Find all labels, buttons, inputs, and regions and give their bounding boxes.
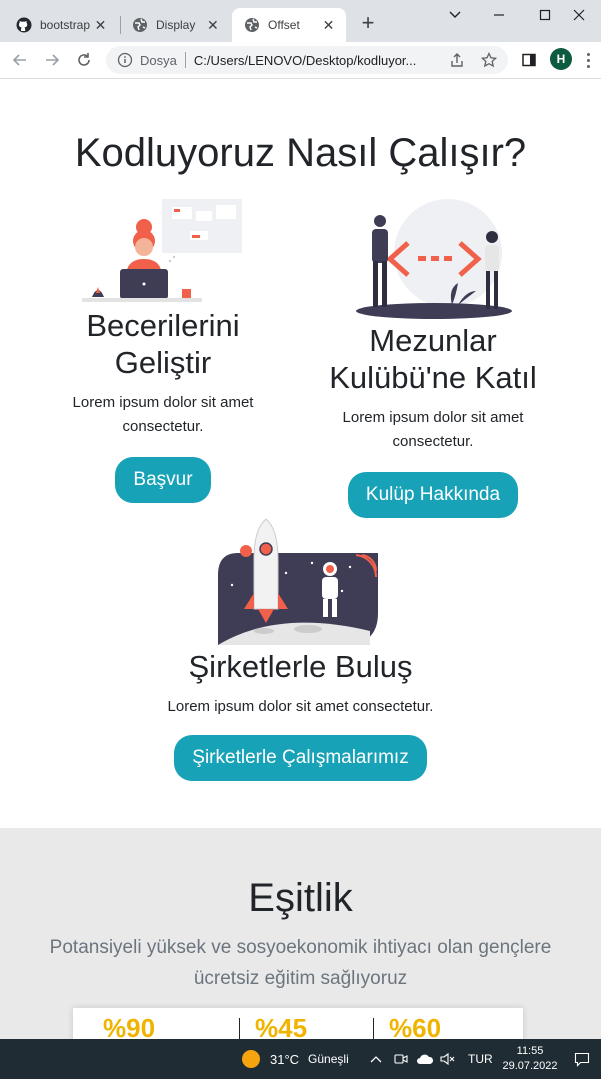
tab-strip: bootstrap ✕ Display ✕ Offset ✕ +: [0, 0, 601, 42]
github-icon: [16, 17, 32, 33]
page-title: Kodluyoruz Nasıl Çalışır?: [74, 131, 527, 175]
stats-card: %90 %45 %60: [73, 1008, 523, 1039]
close-icon[interactable]: ✕: [321, 17, 336, 34]
sun-icon: [242, 1050, 260, 1068]
equality-section: Eşitlik Potansiyeli yüksek ve sosyoekono…: [0, 828, 601, 1039]
notification-icon[interactable]: [574, 1039, 590, 1079]
taskbar: 31°C Güneşli TUR 11:55 29.07.2022: [0, 1039, 601, 1079]
clock-time: 11:55: [516, 1045, 544, 1057]
tab-title: Offset: [268, 18, 300, 32]
developer-illustration: [82, 199, 242, 302]
tab-title: Display: [156, 18, 196, 32]
browser-toolbar: Dosya C:/Users/LENOVO/Desktop/kodluyor..…: [0, 42, 601, 79]
globe-icon: [132, 17, 148, 33]
rocket-illustration: [218, 518, 378, 645]
stat-item: %90: [103, 1013, 156, 1039]
section-title: Eşitlik: [248, 876, 353, 920]
info-icon[interactable]: [116, 51, 134, 69]
alumni-illustration: [356, 199, 512, 319]
language-indicator[interactable]: TUR: [468, 1039, 493, 1079]
reload-icon[interactable]: [72, 48, 96, 72]
card-text: Lorem ipsum dolor sit amet consectetur.: [167, 698, 434, 715]
url-text: C:/Users/LENOVO/Desktop/kodluyor...: [193, 52, 417, 68]
card-text: Lorem ipsum dolor sit amet consectetur.: [342, 409, 524, 450]
club-info-button[interactable]: Kulüp Hakkında: [347, 472, 519, 518]
bookmark-star-icon[interactable]: [480, 51, 498, 69]
tab-search-icon[interactable]: [432, 2, 478, 28]
company-work-button[interactable]: Şirketlerle Çalışmalarımız: [174, 735, 427, 781]
tab-title: bootstrap: [40, 18, 91, 32]
clock[interactable]: 11:55 29.07.2022: [500, 1039, 560, 1079]
minimize-icon[interactable]: [476, 2, 522, 28]
window-close-icon[interactable]: [556, 2, 601, 28]
weather-label: Güneşli: [308, 1052, 349, 1066]
cloud-icon[interactable]: [416, 1039, 434, 1079]
weather-widget[interactable]: 31°C Güneşli: [242, 1039, 349, 1079]
card-skills: Becerilerini Geliştir Lorem ipsum dolor s…: [40, 307, 286, 503]
tab-display[interactable]: Display ✕: [120, 8, 230, 42]
url-scheme: Dosya: [140, 52, 177, 68]
forward-icon[interactable]: [40, 48, 64, 72]
temperature: 31°C: [270, 1051, 300, 1067]
menu-icon[interactable]: [580, 48, 596, 72]
page-viewport: Kodluyoruz Nasıl Çalışır? Becerilerini Ge…: [0, 79, 601, 1039]
close-icon[interactable]: ✕: [206, 17, 220, 34]
side-panel-icon[interactable]: [520, 51, 538, 69]
globe-icon: [244, 17, 260, 33]
stat-item: %45: [255, 1013, 308, 1039]
card-heading: Şirketlerle Buluş: [188, 649, 413, 684]
how-it-works-section: Kodluyoruz Nasıl Çalışır? Becerilerini Ge…: [0, 79, 601, 828]
back-icon[interactable]: [8, 48, 32, 72]
tab-offset[interactable]: Offset ✕: [232, 8, 346, 42]
volume-muted-icon[interactable]: [440, 1039, 456, 1079]
card-heading: Becerilerini Geliştir: [86, 308, 240, 380]
new-tab-button[interactable]: +: [356, 12, 380, 36]
tab-bootstrap[interactable]: bootstrap ✕: [4, 8, 118, 42]
apply-button[interactable]: Başvur: [115, 457, 211, 503]
clock-date: 29.07.2022: [502, 1060, 558, 1072]
card-companies: Şirketlerle Buluş Lorem ipsum dolor sit …: [100, 648, 501, 781]
meet-now-icon[interactable]: [394, 1039, 408, 1079]
section-lead: Potansiyeli yüksek ve sosyoekonomik ihti…: [49, 937, 552, 989]
divider: [184, 52, 186, 68]
profile-avatar[interactable]: H: [550, 48, 572, 70]
close-icon[interactable]: ✕: [93, 17, 108, 34]
card-alumni: Mezunlar Kulübü'ne Katıl Lorem ipsum dolo…: [312, 322, 554, 518]
stat-item: %60: [389, 1013, 442, 1039]
chevron-up-icon[interactable]: [370, 1039, 382, 1079]
card-heading: Mezunlar Kulübü'ne Katıl: [329, 323, 537, 395]
card-text: Lorem ipsum dolor sit amet consectetur.: [72, 394, 254, 435]
share-icon[interactable]: [448, 51, 466, 69]
